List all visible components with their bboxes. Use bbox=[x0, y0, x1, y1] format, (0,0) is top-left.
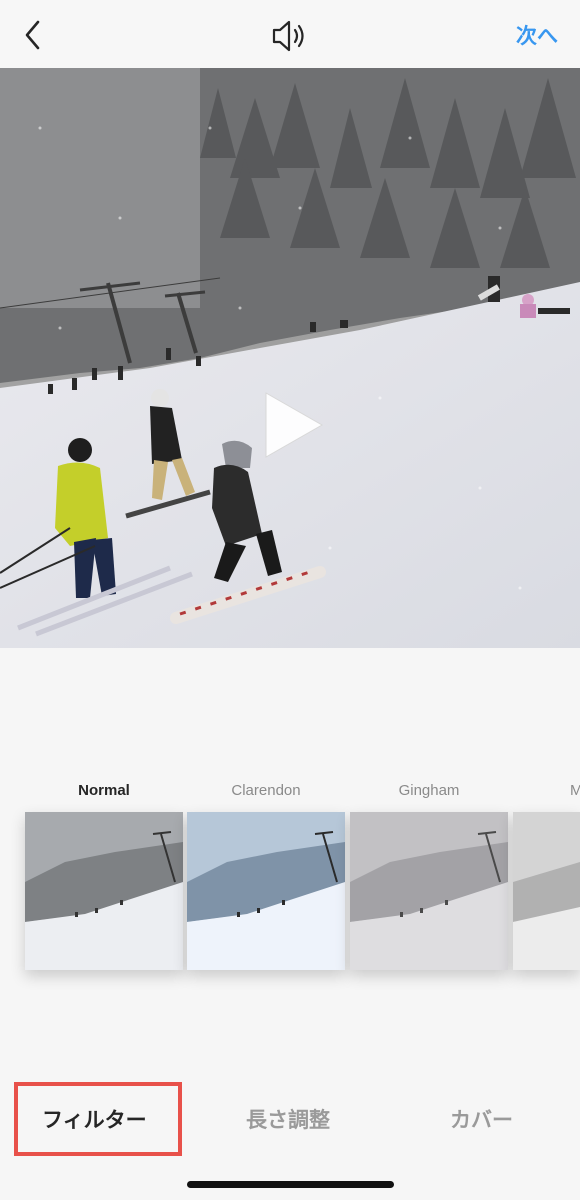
chevron-left-icon bbox=[25, 20, 40, 50]
thumb-image bbox=[513, 812, 580, 970]
filter-thumb-partial[interactable] bbox=[513, 812, 580, 970]
filter-thumb-gingham[interactable] bbox=[350, 812, 508, 970]
thumb-image bbox=[187, 812, 345, 970]
filter-thumb-clarendon[interactable] bbox=[187, 812, 345, 970]
editor-tab-bar: フィルター 長さ調整 カバー bbox=[0, 1082, 580, 1162]
ski-slope-video-frame bbox=[0, 68, 580, 648]
tab-trim[interactable]: 長さ調整 bbox=[246, 1104, 330, 1134]
next-button[interactable]: 次へ bbox=[516, 20, 558, 50]
play-triangle bbox=[265, 392, 324, 458]
video-preview[interactable] bbox=[0, 68, 580, 648]
sound-toggle-button[interactable] bbox=[268, 16, 312, 56]
filter-thumb-normal[interactable] bbox=[25, 812, 183, 970]
thumb-image bbox=[25, 812, 183, 970]
back-button[interactable] bbox=[18, 16, 52, 54]
play-icon[interactable] bbox=[258, 391, 328, 461]
top-bar: 次へ bbox=[0, 0, 580, 68]
tab-cover[interactable]: カバー bbox=[450, 1104, 513, 1134]
filter-name-clarendon: Clarendon bbox=[231, 782, 301, 799]
home-indicator[interactable] bbox=[187, 1181, 394, 1188]
thumb-image bbox=[350, 812, 508, 970]
filter-name-gingham: Gingham bbox=[398, 782, 460, 799]
speaker-icon bbox=[272, 20, 304, 52]
filter-names-row: Normal Clarendon Gingham M bbox=[0, 780, 580, 804]
filter-name-partial: M bbox=[570, 782, 580, 799]
filter-name-normal: Normal bbox=[78, 782, 130, 799]
tab-filter[interactable]: フィルター bbox=[42, 1104, 147, 1134]
